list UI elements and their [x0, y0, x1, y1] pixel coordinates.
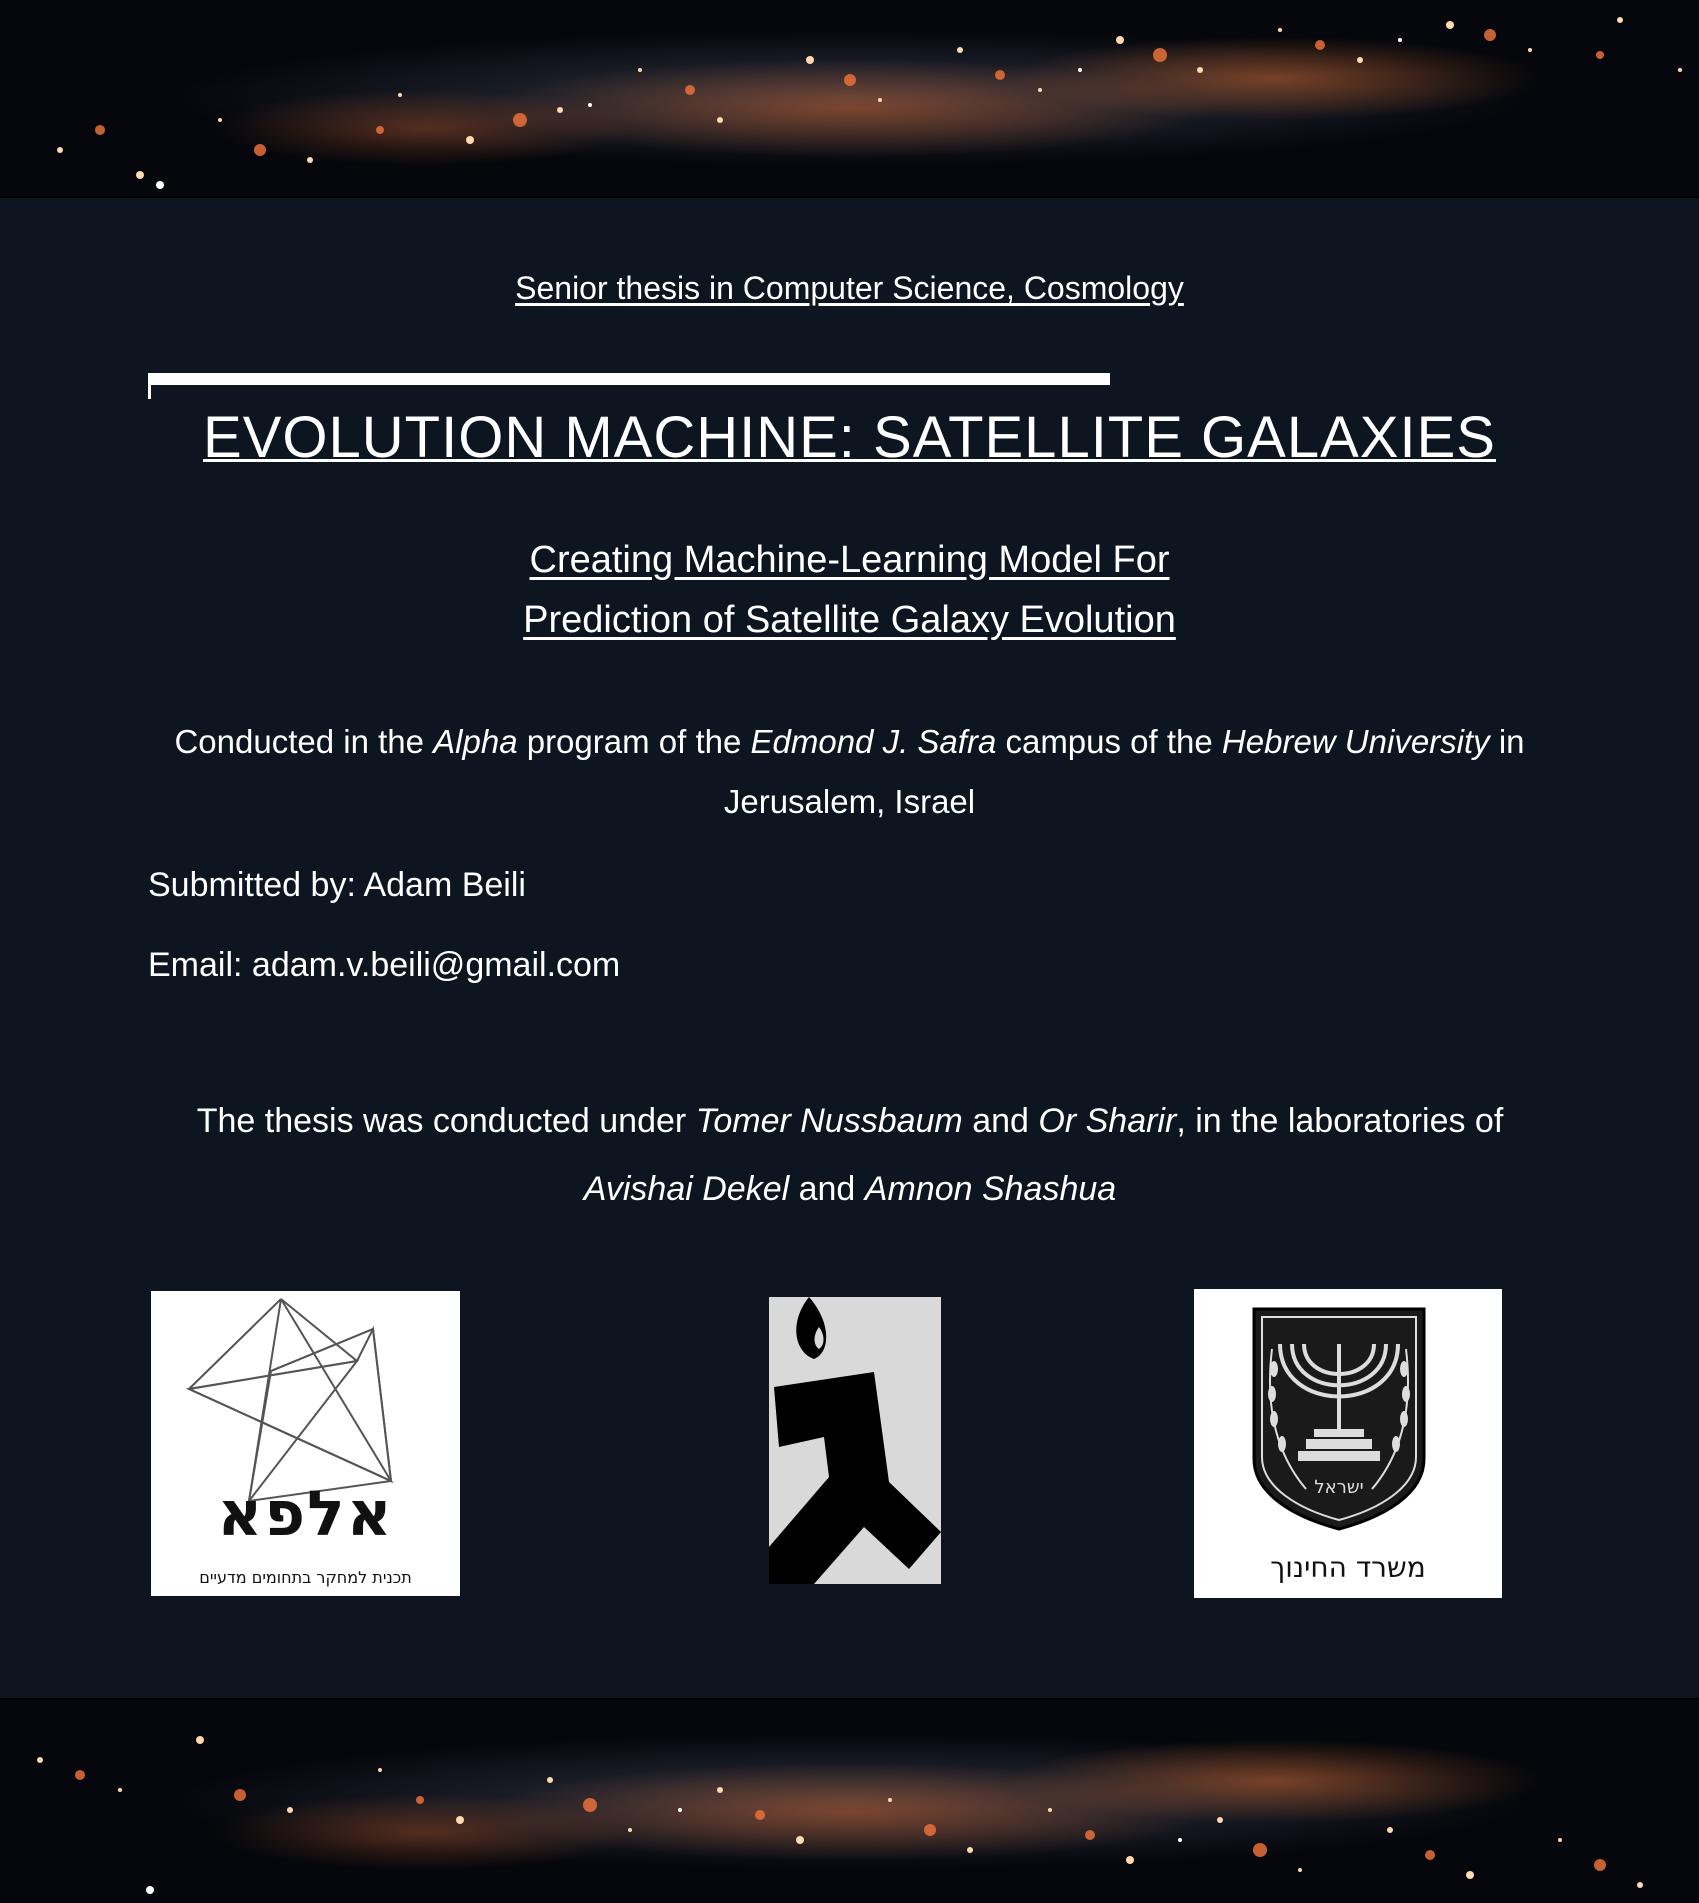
text-fragment: campus of the	[996, 723, 1222, 760]
alpha-logo-tagline: תכנית למחקר בתחומים מדעיים	[199, 1568, 412, 1587]
lab-name: Avishai Dekel	[583, 1170, 790, 1208]
conducted-statement: Conducted in the Alpha program of the Ed…	[148, 712, 1551, 832]
text-fragment: The thesis was conducted under	[196, 1102, 696, 1140]
star-field	[57, 17, 1682, 189]
thesis-topic: Senior thesis in Computer Science, Cosmo…	[515, 270, 1184, 306]
emblem-word: ישראל	[1314, 1477, 1363, 1498]
supervisor-name: Tomer Nussbaum	[695, 1102, 963, 1140]
university-name: Hebrew University	[1221, 723, 1490, 760]
supervisor-name: Or Sharir	[1038, 1102, 1177, 1140]
subtitle-line-2: Prediction of Satellite Galaxy Evolution	[523, 599, 1176, 641]
alpha-program-logo: אלפא תכנית למחקר בתחומים מדעיים	[151, 1291, 460, 1596]
thesis-title: EVOLUTION MACHINE: SATELLITE GALAXIES	[203, 405, 1496, 470]
text-fragment: and	[962, 1102, 1039, 1140]
alpha-logo-word: אלפא	[217, 1477, 394, 1550]
author-email: Email: adam.v.beili@gmail.com	[148, 946, 621, 984]
campus-name: Edmond J. Safra	[750, 723, 997, 760]
subtitle-line-1: Creating Machine-Learning Model For	[529, 539, 1170, 581]
text-fragment: program of the	[517, 723, 751, 760]
gimel-logo	[769, 1297, 941, 1584]
lab-name: Amnon Shashua	[864, 1170, 1117, 1208]
galaxy-banner-bottom	[0, 1698, 1699, 1903]
galaxy-banner-top	[0, 0, 1699, 198]
program-name: Alpha	[433, 723, 518, 760]
alpha-star-logo-icon	[185, 1298, 394, 1503]
gimel-logo-icon	[769, 1297, 941, 1584]
submitted-by: Submitted by: Adam Beili	[148, 866, 526, 904]
thesis-subtitle: Creating Machine-Learning Model For Pred…	[0, 530, 1699, 650]
text-fragment: , in the laboratories of	[1176, 1102, 1504, 1140]
text-fragment: Conducted in the	[174, 723, 434, 760]
ministry-name: משרד החינוך	[1270, 1551, 1426, 1584]
star-field	[37, 1736, 1643, 1894]
text-fragment: and	[789, 1170, 865, 1208]
ministry-of-education-logo: ישראל משרד החינוך	[1194, 1289, 1502, 1598]
title-decoration-tick	[148, 385, 151, 399]
title-decoration-bar	[148, 373, 1110, 385]
supervision-statement: The thesis was conducted under Tomer Nus…	[130, 1087, 1570, 1223]
